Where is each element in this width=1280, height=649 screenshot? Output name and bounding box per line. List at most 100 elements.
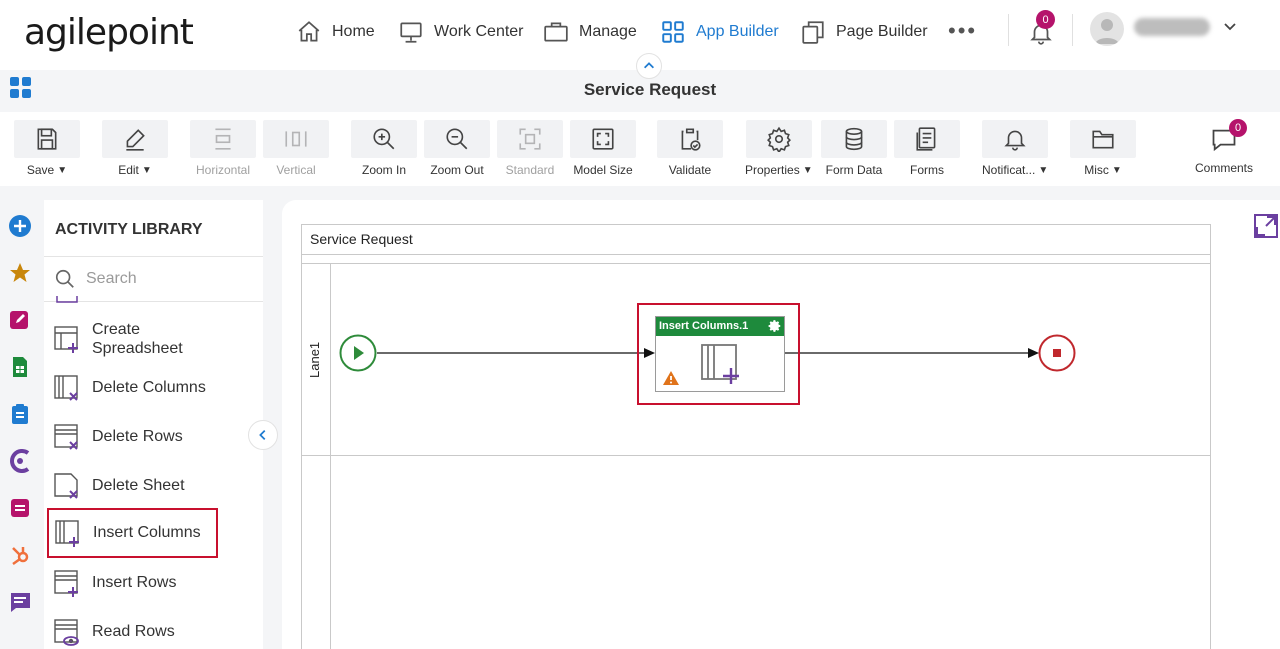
clipboard-icon[interactable] (7, 401, 33, 427)
left-rail (0, 200, 40, 649)
divider (1072, 14, 1073, 46)
save-label: Save (26, 163, 55, 177)
list-item[interactable]: Insert Rows (52, 568, 256, 598)
agilepoint-logo[interactable]: agilepoint (24, 12, 194, 53)
activity-library-panel: ACTIVITY LIBRARY Search Create Spreadshee… (44, 200, 263, 649)
delete-sheet-icon (54, 473, 78, 499)
toolbar: Save ▼ Edit ▼ Horizontal Vertical Zoom In … (0, 112, 1280, 186)
insert-columns-activity[interactable]: Insert Columns.1 (655, 316, 785, 392)
gear-icon[interactable] (768, 319, 782, 333)
nav-work-center[interactable]: Work Center (398, 18, 524, 46)
home-icon (298, 21, 320, 42)
lane-header (302, 456, 331, 649)
username-redacted[interactable] (1134, 18, 1210, 36)
validate-button[interactable]: Validate (657, 120, 723, 177)
comments-button[interactable]: 0 Comments (1195, 119, 1254, 175)
add-icon[interactable] (7, 213, 33, 239)
nav-app-builder[interactable]: App Builder (660, 18, 779, 46)
form-edit-icon[interactable] (7, 307, 33, 333)
list-item-label: Read Rows (92, 623, 175, 640)
horizontal-button[interactable]: Horizontal (190, 120, 256, 177)
insert-rows-icon (54, 570, 78, 597)
database-icon (845, 127, 863, 151)
search-input[interactable]: Search (86, 270, 137, 288)
insert-columns-icon (701, 344, 739, 384)
model-size-button[interactable]: Model Size (570, 120, 636, 177)
validate-label: Validate (668, 163, 712, 177)
list-item-insert-columns[interactable]: Insert Columns (47, 508, 218, 558)
validate-icon (681, 128, 701, 151)
star-icon[interactable] (7, 260, 33, 286)
nav-page-builder[interactable]: Page Builder (800, 18, 928, 46)
list-item[interactable]: Delete Columns (52, 373, 256, 403)
form-data-label: Form Data (825, 163, 883, 177)
model-size-icon (592, 128, 614, 150)
nav-home[interactable]: Home (296, 18, 375, 46)
end-event[interactable] (1038, 334, 1076, 372)
collapse-library-button[interactable] (248, 420, 278, 450)
list-item-label: Create Spreadsheet (92, 321, 183, 357)
forms-label: Forms (910, 163, 944, 177)
list-item-label: Delete Rows (92, 428, 183, 445)
edit-button[interactable]: Edit ▼ (102, 120, 168, 177)
zoom-in-button[interactable]: Zoom In (351, 120, 417, 177)
misc-button[interactable]: Misc ▼ (1070, 120, 1136, 177)
chevron-down-icon: ▼ (141, 164, 152, 176)
activity-library-title: ACTIVITY LIBRARY (55, 221, 203, 238)
properties-button[interactable]: Properties ▼ (745, 120, 813, 177)
lane-empty[interactable] (302, 456, 1210, 649)
spreadsheet-icon[interactable] (7, 354, 33, 380)
pool[interactable]: Service Request Lane1 (301, 224, 1211, 649)
warning-icon[interactable] (662, 370, 680, 386)
hubspot-icon[interactable] (7, 542, 33, 568)
folder-icon (1092, 130, 1114, 149)
avatar[interactable] (1090, 12, 1124, 46)
save-icon (37, 128, 57, 150)
start-event[interactable] (339, 334, 377, 372)
more-menu-icon[interactable]: ••• (948, 18, 977, 44)
horizontal-label: Horizontal (195, 163, 251, 177)
list-item[interactable]: Create Spreadsheet (52, 320, 256, 358)
list-item-label: Delete Sheet (92, 477, 185, 494)
vertical-button[interactable]: Vertical (263, 120, 329, 177)
lane-label: Lane1 (307, 341, 322, 378)
standard-button[interactable]: Standard (497, 120, 563, 177)
vertical-label: Vertical (276, 163, 316, 177)
zoom-out-button[interactable]: Zoom Out (424, 120, 490, 177)
zoom-out-label: Zoom Out (430, 163, 484, 177)
create-spreadsheet-icon (54, 326, 78, 353)
standard-icon (519, 128, 541, 150)
activity-header: Insert Columns.1 (656, 317, 784, 336)
zoom-out-icon (446, 128, 468, 150)
model-size-label: Model Size (573, 163, 633, 177)
form-data-button[interactable]: Form Data (821, 120, 887, 177)
notifications-label: Notificat... (982, 163, 1036, 177)
comments-label: Comments (1195, 161, 1254, 175)
document-icon[interactable] (7, 495, 33, 521)
save-button[interactable]: Save ▼ (14, 120, 80, 177)
list-item[interactable]: Read Rows (52, 617, 256, 647)
delete-rows-icon (54, 424, 78, 450)
user-icon (1095, 19, 1119, 44)
grid-icon (662, 21, 684, 43)
partial-item-icon (56, 296, 78, 303)
activity-title: Insert Columns.1 (659, 320, 749, 332)
expand-icon[interactable] (1253, 213, 1279, 239)
list-item-label: Delete Columns (92, 379, 206, 396)
forms-button[interactable]: Forms (894, 120, 960, 177)
list-item[interactable]: Delete Rows (52, 422, 256, 452)
chevron-up-icon (644, 62, 654, 69)
collapse-header-button[interactable] (636, 53, 662, 79)
chevron-left-icon (259, 430, 266, 440)
list-item[interactable]: Delete Sheet (52, 471, 256, 501)
connector-logo-icon[interactable] (7, 448, 33, 474)
nav-app-builder-label: App Builder (696, 23, 779, 40)
briefcase-icon (544, 22, 568, 42)
notifications-tool-button[interactable]: Notificat... ▼ (982, 120, 1048, 177)
chevron-down-icon[interactable] (1222, 18, 1238, 34)
pencil-icon (126, 129, 145, 151)
nav-manage[interactable]: Manage (543, 18, 637, 46)
chat-icon[interactable] (7, 589, 33, 615)
delete-columns-icon (54, 375, 78, 401)
notifications-button[interactable]: 0 (1026, 10, 1056, 46)
